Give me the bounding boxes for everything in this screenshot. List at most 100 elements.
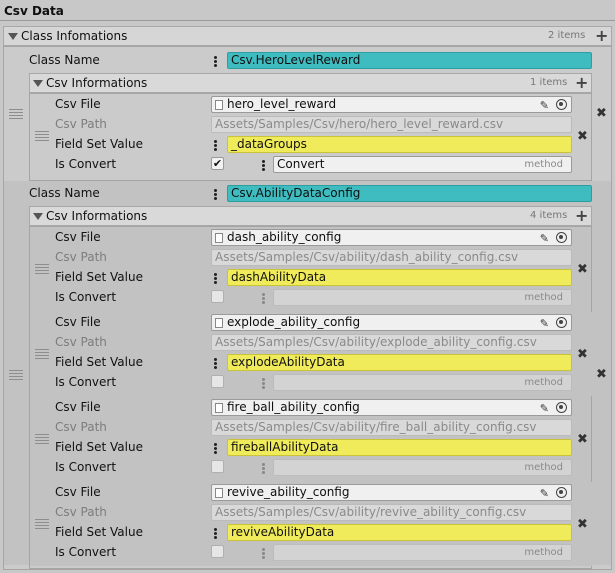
field-menu-dots-icon[interactable] [262,378,265,389]
field-menu-dots-icon[interactable] [214,273,217,284]
csv-list-count: 4 items [530,210,568,221]
remove-csv-item-close-icon[interactable]: ✖ [577,518,588,531]
field-set-value-label: Field Set Value [55,137,143,151]
field-menu-dots-icon[interactable] [214,358,217,369]
file-icon [215,403,223,413]
field-menu-dots-icon[interactable] [214,528,217,539]
pencil-edit-icon[interactable]: ✎ [540,231,549,246]
section-title: Csv Data [4,4,64,18]
method-placeholder: method [524,377,563,388]
csv-list-label: Csv Informations [46,209,148,223]
is-convert-checkbox[interactable] [211,375,224,388]
field-set-value-input[interactable]: fireballAbilityData [227,439,572,456]
pencil-edit-icon[interactable]: ✎ [540,98,549,113]
csv-file-object-field[interactable]: hero_level_reward ✎ [211,96,572,113]
field-set-value-input[interactable]: explodeAbilityData [227,354,572,371]
drag-handle-icon[interactable] [35,131,49,143]
csv-file-object-field[interactable]: dash_ability_config ✎ [211,229,572,246]
field-set-value-label: Field Set Value [55,355,143,369]
field-menu-dots-icon[interactable] [262,463,265,474]
convert-method-input[interactable]: method [273,459,572,476]
csv-path-field: Assets/Samples/Csv/ability/explode_abili… [211,334,572,351]
drag-handle-icon[interactable] [35,349,49,361]
pencil-edit-icon[interactable]: ✎ [540,401,549,416]
field-set-value-input[interactable]: reviveAbilityData [227,524,572,541]
csv-file-value: dash_ability_config [227,230,342,244]
csv-file-value: revive_ability_config [227,485,350,499]
object-picker-icon[interactable] [556,402,567,413]
csv-list-count: 1 items [530,77,568,88]
object-picker-icon[interactable] [556,487,567,498]
add-csv-plus-icon[interactable]: + [575,75,588,91]
method-placeholder: method [524,547,563,558]
is-convert-checkbox[interactable] [211,545,224,558]
csv-file-value: hero_level_reward [227,97,337,111]
convert-method-input[interactable]: method [273,289,572,306]
csv-file-label: Csv File [55,97,101,111]
is-convert-label: Is Convert [55,460,117,474]
field-set-value-input[interactable]: dashAbilityData [227,269,572,286]
foldout-triangle-icon[interactable] [8,33,18,40]
field-menu-dots-icon[interactable] [214,189,217,200]
remove-csv-item-close-icon[interactable]: ✖ [577,263,588,276]
csv-path-field: Assets/Samples/Csv/ability/revive_abilit… [211,504,572,521]
drag-handle-icon[interactable] [35,519,49,531]
pencil-edit-icon[interactable]: ✎ [540,316,549,331]
class-name-label: Class Name [29,53,100,67]
class-name-input[interactable]: Csv.HeroLevelReward [227,52,592,69]
remove-class-close-icon[interactable]: ✖ [596,107,607,120]
remove-csv-item-close-icon[interactable]: ✖ [577,348,588,361]
foldout-triangle-icon[interactable] [33,80,43,87]
field-set-value-input[interactable]: _dataGroups [227,136,572,153]
remove-class-close-icon[interactable]: ✖ [596,368,607,381]
field-set-value-label: Field Set Value [55,270,143,284]
convert-method-input[interactable]: Convert method [273,156,572,173]
csv-path-label: Csv Path [55,117,107,131]
convert-method-input[interactable]: method [273,374,572,391]
field-menu-dots-icon[interactable] [262,548,265,559]
pencil-edit-icon[interactable]: ✎ [540,486,549,501]
csv-file-label: Csv File [55,230,101,244]
csv-file-label: Csv File [55,485,101,499]
is-convert-checkbox[interactable] [211,460,224,473]
object-picker-icon[interactable] [556,317,567,328]
remove-csv-item-close-icon[interactable]: ✖ [577,130,588,143]
file-icon [215,100,223,110]
object-picker-icon[interactable] [556,232,567,243]
is-convert-label: Is Convert [55,375,117,389]
drag-handle-icon[interactable] [9,108,23,121]
field-menu-dots-icon[interactable] [214,443,217,454]
method-placeholder: method [524,159,563,170]
csv-file-label: Csv File [55,315,101,329]
class-list-count: 2 items [548,30,586,41]
remove-csv-item-close-icon[interactable]: ✖ [577,433,588,446]
field-menu-dots-icon[interactable] [262,293,265,304]
field-menu-dots-icon[interactable] [262,160,265,171]
class-list-label: Class Infomations [21,29,128,43]
field-menu-dots-icon[interactable] [214,140,217,151]
class-name-input[interactable]: Csv.AbilityDataConfig [227,185,592,202]
drag-handle-icon[interactable] [35,434,49,446]
csv-path-field: Assets/Samples/Csv/ability/fire_ball_abi… [211,419,572,436]
object-picker-icon[interactable] [556,99,567,110]
csv-file-object-field[interactable]: explode_ability_config ✎ [211,314,572,331]
add-csv-plus-icon[interactable]: + [575,208,588,224]
field-set-value-label: Field Set Value [55,440,143,454]
drag-handle-icon[interactable] [9,370,23,382]
csv-path-field: Assets/Samples/Csv/ability/dash_ability_… [211,249,572,266]
csv-file-object-field[interactable]: revive_ability_config ✎ [211,484,572,501]
csv-path-label: Csv Path [55,250,107,264]
is-convert-checkbox[interactable]: ✔ [211,157,224,170]
convert-method-input[interactable]: method [273,544,572,561]
drag-handle-icon[interactable] [35,264,49,276]
csv-file-object-field[interactable]: fire_ball_ability_config ✎ [211,399,572,416]
is-convert-checkbox[interactable] [211,290,224,303]
field-menu-dots-icon[interactable] [214,56,217,67]
csv-file-value: explode_ability_config [227,315,361,329]
file-icon [215,318,223,328]
csv-path-field: Assets/Samples/Csv/hero/hero_level_rewar… [211,116,572,133]
foldout-triangle-icon[interactable] [33,213,43,220]
add-class-plus-icon[interactable]: + [595,28,608,44]
field-set-value-label: Field Set Value [55,525,143,539]
is-convert-label: Is Convert [55,290,117,304]
